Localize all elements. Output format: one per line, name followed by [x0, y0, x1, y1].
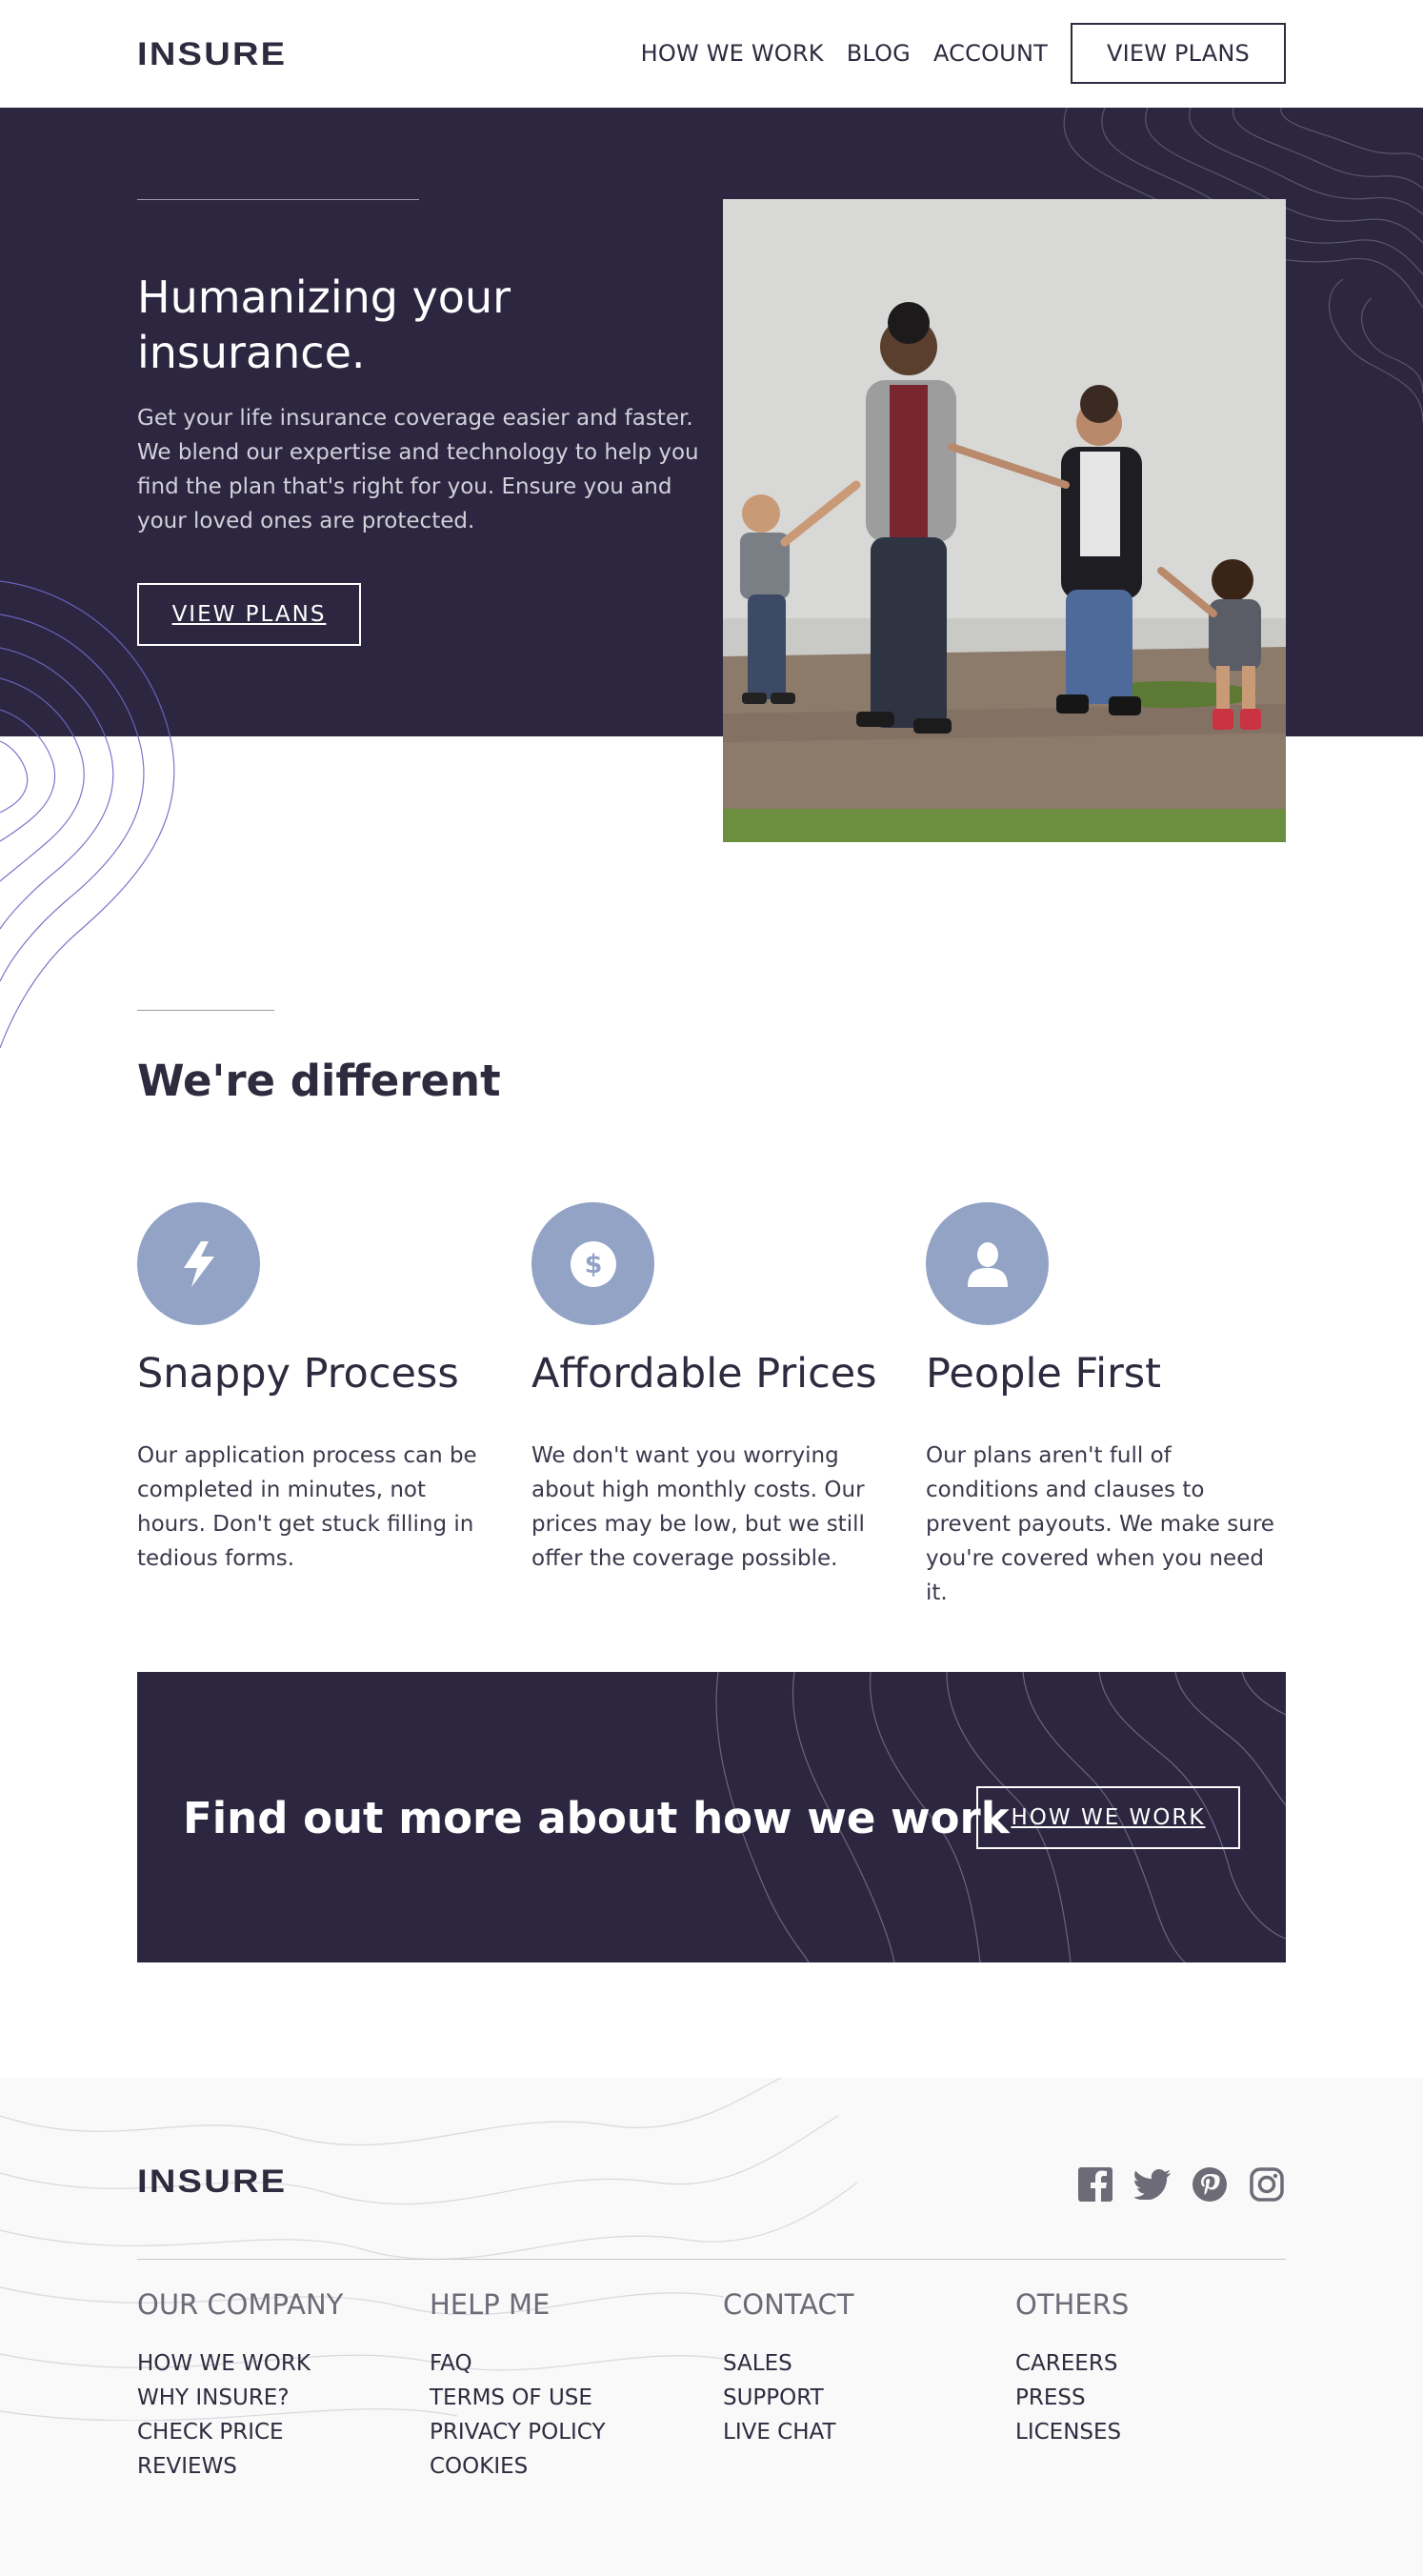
footer-link[interactable]: PRIVACY POLICY	[430, 2415, 715, 2449]
feature-title: Snappy Process	[137, 1350, 459, 1398]
footer-column-contact: CONTACT SALES SUPPORT LIVE CHAT	[723, 2287, 1009, 2449]
footer-column-title: OTHERS	[1015, 2288, 1130, 2321]
instagram-icon[interactable]	[1248, 2165, 1286, 2204]
logo[interactable]: INSURE	[137, 36, 287, 73]
footer-column-others: OTHERS CAREERS PRESS LICENSES	[1015, 2287, 1301, 2449]
feature-title: People First	[926, 1350, 1162, 1398]
feature-snappy-process: Snappy Process Our application process c…	[137, 1202, 499, 1576]
footer-link[interactable]: HOW WE WORK	[137, 2346, 423, 2381]
footer-column-title: OUR COMPANY	[137, 2288, 344, 2321]
view-plans-button[interactable]: VIEW PLANS	[1070, 23, 1286, 84]
how-we-work-button[interactable]: HOW WE WORK	[976, 1786, 1240, 1849]
feature-text: We don't want you worrying about high mo…	[531, 1443, 865, 1571]
svg-text:$: $	[584, 1250, 602, 1279]
feature-icon-circle: $	[531, 1202, 654, 1325]
hero-text: Get your life insurance coverage easier …	[137, 406, 699, 533]
feature-affordable-prices: $ Affordable Prices We don't want you wo…	[531, 1202, 893, 1576]
feature-icon-circle	[926, 1202, 1049, 1325]
footer-link[interactable]: SALES	[723, 2346, 1009, 2381]
footer-link[interactable]: CHECK PRICE	[137, 2415, 423, 2449]
feature-icon-circle	[137, 1202, 260, 1325]
different-title: We're different	[137, 1056, 501, 1106]
footer-column-help-me: HELP ME FAQ TERMS OF USE PRIVACY POLICY …	[430, 2287, 715, 2484]
cta-title: Find out more about how we work	[183, 1793, 1010, 1843]
family-walking-photo	[723, 199, 1286, 842]
footer-column-title: CONTACT	[723, 2288, 854, 2321]
site-header: INSURE HOW WE WORK BLOG ACCOUNT VIEW PLA…	[0, 0, 1423, 108]
social-links	[1057, 2165, 1286, 2204]
footer-link[interactable]: SUPPORT	[723, 2381, 1009, 2415]
lightning-icon	[183, 1240, 214, 1287]
footer-link[interactable]: LICENSES	[1015, 2415, 1301, 2449]
hero-title: Humanizing your insurance.	[137, 272, 511, 378]
pinterest-icon[interactable]	[1191, 2165, 1229, 2204]
footer-link[interactable]: PRESS	[1015, 2381, 1301, 2415]
footer-link[interactable]: LIVE CHAT	[723, 2415, 1009, 2449]
main-nav: HOW WE WORK BLOG ACCOUNT VIEW PLANS	[618, 23, 1286, 84]
how-we-work-cta: Find out more about how we work HOW WE W…	[137, 1672, 1286, 1962]
dollar-icon: $	[570, 1240, 616, 1287]
feature-text: Our plans aren't full of conditions and …	[926, 1443, 1274, 1605]
footer-column-title: HELP ME	[430, 2288, 551, 2321]
site-footer: INSURE OUR COMPANY HOW WE WORK WHY INSUR…	[0, 2078, 1423, 2576]
twitter-icon[interactable]	[1133, 2165, 1172, 2204]
feature-title: Affordable Prices	[531, 1350, 877, 1398]
nav-link-blog[interactable]: BLOG	[847, 40, 911, 67]
footer-logo[interactable]: INSURE	[137, 2163, 287, 2201]
footer-column-our-company: OUR COMPANY HOW WE WORK WHY INSURE? CHEC…	[137, 2287, 423, 2484]
nav-link-account[interactable]: ACCOUNT	[933, 40, 1048, 67]
footer-link[interactable]: COOKIES	[430, 2449, 715, 2484]
footer-link[interactable]: WHY INSURE?	[137, 2381, 423, 2415]
footer-link[interactable]: REVIEWS	[137, 2449, 423, 2484]
footer-link[interactable]: CAREERS	[1015, 2346, 1301, 2381]
feature-text: Our application process can be completed…	[137, 1443, 477, 1571]
footer-link[interactable]: TERMS OF USE	[430, 2381, 715, 2415]
hero-divider	[137, 199, 419, 200]
person-icon	[967, 1241, 1008, 1287]
feature-people-first: People First Our plans aren't full of co…	[926, 1202, 1288, 1610]
different-divider	[137, 1010, 274, 1011]
footer-link[interactable]: FAQ	[430, 2346, 715, 2381]
hero-family-photo	[723, 199, 1286, 842]
nav-link-how-we-work[interactable]: HOW WE WORK	[641, 40, 824, 67]
left-contour-decoration	[0, 580, 175, 1048]
footer-divider	[137, 2259, 1286, 2260]
facebook-icon[interactable]	[1076, 2165, 1114, 2204]
